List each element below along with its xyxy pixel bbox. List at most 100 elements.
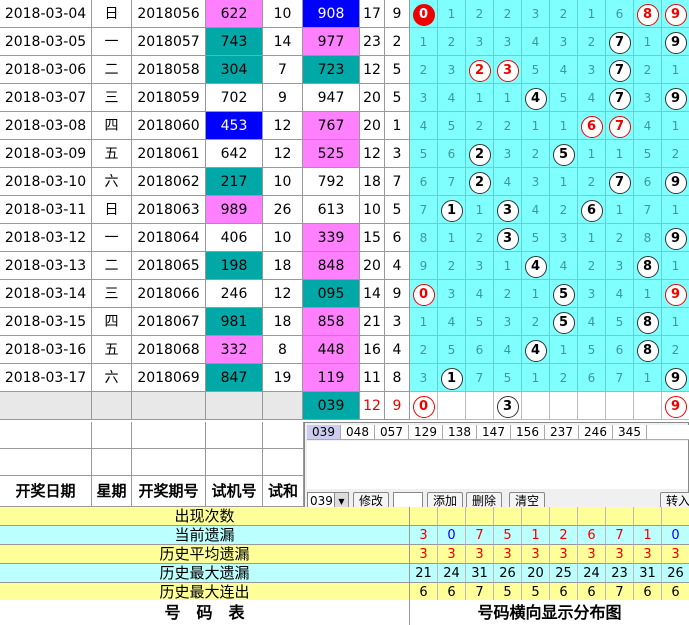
pending-row[interactable]: 039 12 9 0 3 9 xyxy=(0,392,689,420)
digit-cell[interactable]: 3 xyxy=(606,252,634,280)
digit-cell[interactable]: 3 xyxy=(578,56,606,84)
digit-cell[interactable]: 3 xyxy=(466,28,494,56)
digit-cell[interactable]: 2 xyxy=(494,112,522,140)
table-row[interactable]: 2018-03-14 三 2018066 246 12 095 14 9 0 3 4 2 1 5 3 4 1 9 xyxy=(0,280,689,308)
digit-cell[interactable]: 1 xyxy=(578,0,606,28)
digit-cell[interactable]: 1 xyxy=(634,364,662,392)
digit-cell[interactable]: 2 xyxy=(494,280,522,308)
header-test-number[interactable]: 试机号 xyxy=(206,476,263,507)
digit-cell[interactable]: 5 xyxy=(494,364,522,392)
header-issue[interactable]: 开奖期号 xyxy=(132,476,206,507)
combo-tab[interactable]: 147 xyxy=(477,425,511,439)
digit-cell[interactable]: 3 xyxy=(494,308,522,336)
digit-cell[interactable]: 2 xyxy=(438,28,466,56)
digit-cell[interactable]: 5 xyxy=(522,56,550,84)
digit-cell[interactable]: 7 xyxy=(606,364,634,392)
digit-cell[interactable]: 3 xyxy=(438,280,466,308)
digit-cell[interactable]: 2 xyxy=(466,112,494,140)
digit-cell[interactable]: 1 xyxy=(438,224,466,252)
digit-cell[interactable]: 4 xyxy=(522,252,550,280)
digit-cell[interactable]: 3 xyxy=(410,84,438,112)
digit-cell[interactable]: 5 xyxy=(550,140,578,168)
digit-cell[interactable]: 7 xyxy=(466,364,494,392)
digit-cell[interactable]: 4 xyxy=(606,280,634,308)
pending-digit-cell[interactable]: 3 xyxy=(494,392,522,420)
digit-cell[interactable]: 8 xyxy=(634,308,662,336)
digit-cell[interactable]: 8 xyxy=(634,0,662,28)
table-row[interactable]: 2018-03-10 六 2018062 217 10 792 18 7 6 7 2 4 3 1 2 7 6 9 xyxy=(0,168,689,196)
digit-cell[interactable]: 6 xyxy=(438,140,466,168)
digit-cell[interactable]: 5 xyxy=(606,308,634,336)
digit-cell[interactable]: 2 xyxy=(522,140,550,168)
digit-cell[interactable]: 2 xyxy=(466,140,494,168)
digit-cell[interactable]: 4 xyxy=(494,168,522,196)
digit-cell[interactable]: 1 xyxy=(438,364,466,392)
digit-cell[interactable]: 2 xyxy=(662,140,689,168)
digit-cell[interactable]: 7 xyxy=(606,168,634,196)
digit-cell[interactable]: 4 xyxy=(466,280,494,308)
digit-cell[interactable]: 4 xyxy=(438,308,466,336)
digit-cell[interactable]: 1 xyxy=(606,196,634,224)
combo-tab[interactable]: 039 xyxy=(307,425,341,439)
digit-cell[interactable]: 6 xyxy=(634,168,662,196)
header-weekday[interactable]: 星期 xyxy=(92,476,132,507)
pending-digit-cell[interactable]: 0 xyxy=(410,392,438,420)
digit-cell[interactable]: 6 xyxy=(410,168,438,196)
table-row[interactable]: 2018-03-13 二 2018065 198 18 848 20 4 9 2 3 1 4 4 2 3 8 1 xyxy=(0,252,689,280)
digit-cell[interactable]: 1 xyxy=(494,84,522,112)
digit-cell[interactable]: 2 xyxy=(578,168,606,196)
digit-cell[interactable]: 1 xyxy=(410,308,438,336)
digit-cell[interactable]: 5 xyxy=(550,280,578,308)
digit-cell[interactable]: 2 xyxy=(410,336,438,364)
digit-cell[interactable]: 7 xyxy=(410,196,438,224)
pending-digit-cell[interactable] xyxy=(438,392,466,420)
digit-cell[interactable]: 4 xyxy=(410,112,438,140)
digit-cell[interactable]: 1 xyxy=(550,336,578,364)
digit-cell[interactable]: 1 xyxy=(662,56,689,84)
table-row[interactable]: 2018-03-11 日 2018063 989 26 613 10 5 7 1 1 3 4 2 6 1 7 1 xyxy=(0,196,689,224)
digit-cell[interactable]: 1 xyxy=(522,280,550,308)
digit-cell[interactable]: 5 xyxy=(466,308,494,336)
digit-cell[interactable]: 8 xyxy=(410,224,438,252)
digit-cell[interactable]: 3 xyxy=(634,84,662,112)
digit-cell[interactable]: 7 xyxy=(606,28,634,56)
table-row[interactable]: 2018-03-16 五 2018068 332 8 448 16 4 2 5 6 4 4 1 5 6 8 2 xyxy=(0,336,689,364)
digit-cell[interactable]: 1 xyxy=(522,112,550,140)
digit-cell[interactable]: 1 xyxy=(438,196,466,224)
digit-cell[interactable]: 3 xyxy=(578,280,606,308)
digit-cell[interactable]: 4 xyxy=(522,196,550,224)
digit-cell[interactable]: 1 xyxy=(662,252,689,280)
digit-cell[interactable]: 9 xyxy=(662,280,689,308)
digit-cell[interactable]: 8 xyxy=(634,224,662,252)
digit-cell[interactable]: 3 xyxy=(438,56,466,84)
digit-cell[interactable]: 3 xyxy=(494,56,522,84)
pending-digit-cell[interactable] xyxy=(550,392,578,420)
digit-cell[interactable]: 9 xyxy=(662,224,689,252)
header-test-sum[interactable]: 试和 xyxy=(263,476,304,507)
digit-cell[interactable]: 7 xyxy=(438,168,466,196)
digit-cell[interactable]: 9 xyxy=(662,364,689,392)
combo-tab[interactable]: 156 xyxy=(511,425,545,439)
digit-cell[interactable]: 4 xyxy=(522,84,550,112)
digit-cell[interactable]: 1 xyxy=(662,308,689,336)
digit-cell[interactable]: 3 xyxy=(494,196,522,224)
digit-cell[interactable]: 3 xyxy=(494,140,522,168)
digit-cell[interactable]: 1 xyxy=(550,112,578,140)
digit-cell[interactable]: 2 xyxy=(466,224,494,252)
digit-cell[interactable]: 2 xyxy=(466,168,494,196)
digit-cell[interactable]: 2 xyxy=(466,56,494,84)
table-row[interactable]: 2018-03-12 一 2018064 406 10 339 15 6 8 1 2 3 5 3 1 2 8 9 xyxy=(0,224,689,252)
digit-cell[interactable]: 2 xyxy=(522,308,550,336)
digit-cell[interactable]: 2 xyxy=(606,224,634,252)
digit-cell[interactable]: 3 xyxy=(494,224,522,252)
combo-tab[interactable]: 246 xyxy=(579,425,613,439)
digit-cell[interactable]: 1 xyxy=(522,364,550,392)
digit-cell[interactable]: 4 xyxy=(522,336,550,364)
digit-cell[interactable]: 5 xyxy=(634,140,662,168)
combo-tab[interactable]: 345 xyxy=(613,425,647,439)
digit-cell[interactable]: 9 xyxy=(662,84,689,112)
digit-cell[interactable]: 2 xyxy=(662,336,689,364)
digit-cell[interactable]: 5 xyxy=(438,336,466,364)
digit-cell[interactable]: 1 xyxy=(662,112,689,140)
digit-cell[interactable]: 7 xyxy=(606,56,634,84)
